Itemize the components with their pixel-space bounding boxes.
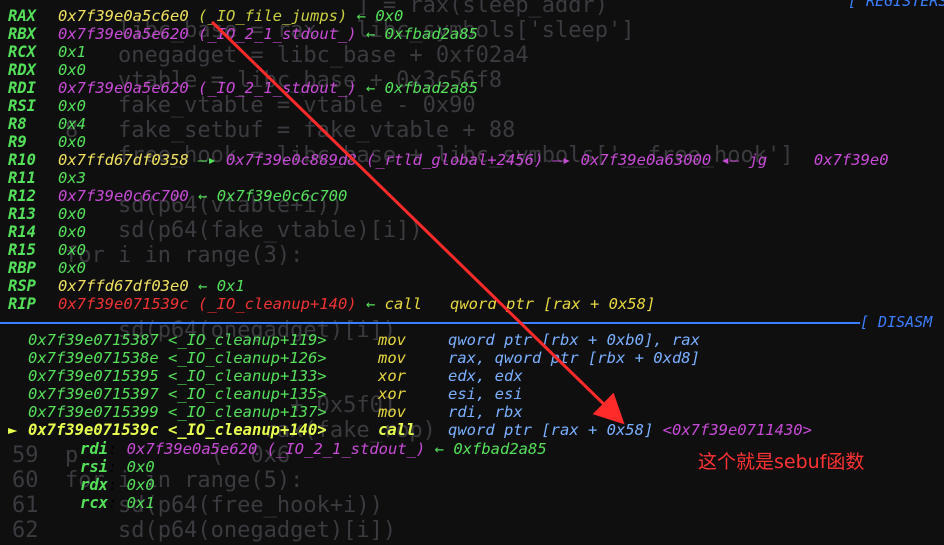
annotation-arrow: [210, 20, 625, 425]
red-arrow-line: [210, 20, 625, 425]
